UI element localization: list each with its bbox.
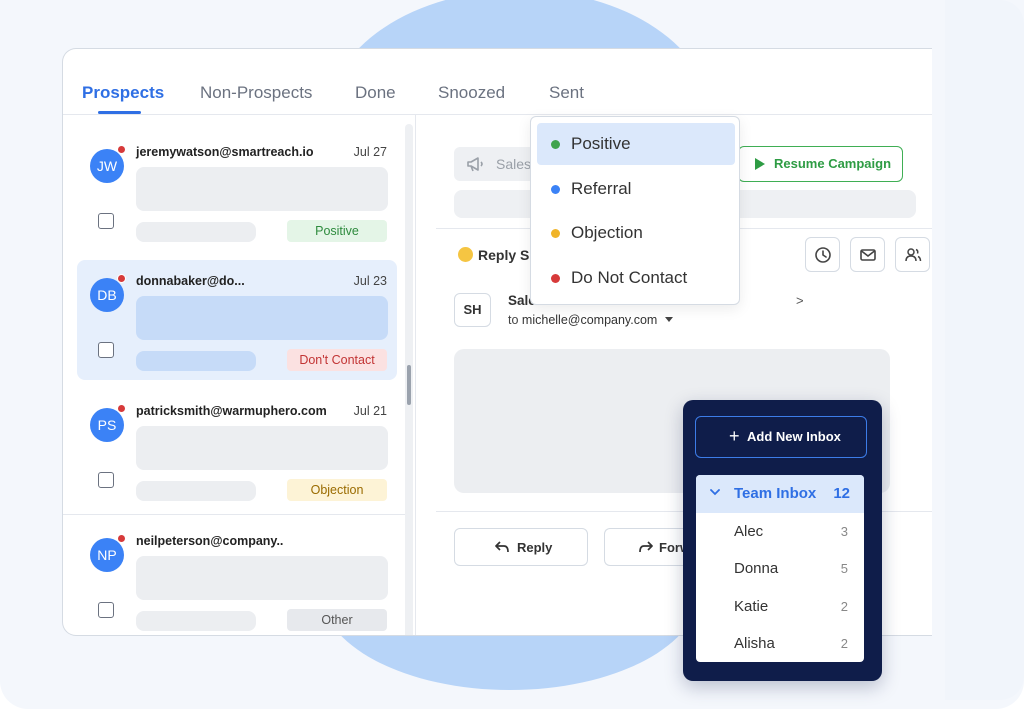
message-meta-placeholder (136, 222, 256, 242)
category-option[interactable]: Objection (537, 212, 735, 254)
unread-dot (117, 404, 126, 413)
avatar: PS (90, 408, 124, 442)
sender-email: neilpeterson@company.. (136, 534, 284, 548)
category-color-dot (551, 273, 560, 283)
clock-icon (815, 247, 831, 263)
reply-button[interactable]: Reply (454, 528, 588, 566)
avatar: JW (90, 149, 124, 183)
unread-dot (117, 145, 126, 154)
category-badge[interactable]: Positive (287, 220, 387, 242)
inbox-member-item[interactable]: Alisha 2 (696, 625, 864, 662)
tab-snoozed[interactable]: Snoozed (438, 83, 505, 103)
row-divider (63, 514, 413, 515)
tab-bar: Prospects Non-Prospects Done Snoozed Sen… (63, 49, 932, 115)
sender-suffix: > (796, 293, 804, 308)
message-row[interactable]: NP neilpeterson@company.. Other (77, 520, 397, 635)
inbox-switcher-panel: + Add New Inbox Team Inbox 12 Alec 3 Donna… (683, 400, 882, 681)
message-row[interactable]: PS patricksmith@warmuphero.com Jul 21 Objec… (77, 390, 397, 510)
campaign-label: Sales (496, 156, 532, 172)
row-checkbox[interactable] (98, 602, 114, 618)
message-date: Jul 23 (353, 274, 387, 288)
inbox-member-item[interactable]: Katie 2 (696, 588, 864, 625)
message-list: JW jeremywatson@smartreach.io Jul 27 Positi… (63, 115, 413, 635)
active-tab-indicator (98, 111, 141, 114)
forward-icon (639, 541, 653, 553)
assign-button[interactable] (895, 237, 930, 272)
sender-email: donnabaker@do... (136, 274, 245, 288)
caret-down-icon[interactable] (665, 317, 674, 322)
message-date: Jul 27 (353, 145, 387, 159)
message-date: Jul 21 (353, 404, 387, 418)
users-icon (905, 248, 922, 262)
plus-icon: + (729, 426, 740, 446)
category-dropdown: Positive Referral Objection Do Not Contact (530, 116, 740, 305)
play-icon (755, 158, 765, 170)
add-new-inbox-button[interactable]: + Add New Inbox (695, 416, 867, 458)
category-color-dot (551, 140, 560, 149)
background-right-panel (945, 0, 1024, 700)
team-inbox-item[interactable]: Team Inbox 12 (696, 475, 864, 513)
resume-campaign-label: Resume Campaign (774, 156, 892, 171)
message-preview (136, 556, 388, 600)
message-row[interactable]: DB donnabaker@do... Jul 23 Don't Contact (77, 260, 397, 380)
mail-icon (860, 249, 876, 261)
row-checkbox[interactable] (98, 472, 114, 488)
sender-avatar: SH (454, 293, 491, 327)
sender-email: jeremywatson@smartreach.io (136, 145, 314, 159)
sender-email: patricksmith@warmuphero.com (136, 404, 327, 418)
resume-campaign-button[interactable]: Resume Campaign (738, 146, 903, 182)
unread-dot (117, 534, 126, 543)
message-preview (136, 296, 388, 340)
megaphone-icon (467, 157, 483, 172)
member-count: 2 (840, 635, 848, 651)
snooze-button[interactable] (805, 237, 840, 272)
avatar: DB (90, 278, 124, 312)
unread-dot (117, 274, 126, 283)
reply-section-label: Reply S (458, 247, 529, 263)
message-meta-placeholder (136, 351, 256, 371)
member-count: 2 (840, 598, 848, 614)
inbox-list: Team Inbox 12 Alec 3 Donna 5 Katie 2 Alisha 2 (696, 475, 864, 662)
category-badge[interactable]: Objection (287, 479, 387, 501)
row-checkbox[interactable] (98, 342, 114, 358)
avatar: NP (90, 538, 124, 572)
member-count: 3 (840, 524, 848, 539)
row-checkbox[interactable] (98, 213, 114, 229)
message-preview (136, 426, 388, 470)
tab-done[interactable]: Done (355, 83, 396, 103)
category-option[interactable]: Referral (537, 168, 735, 210)
list-scroll-thumb[interactable] (407, 365, 411, 405)
category-color-dot (551, 229, 560, 238)
category-badge[interactable]: Don't Contact (287, 349, 387, 371)
message-meta-placeholder (136, 481, 256, 501)
message-meta-placeholder (136, 611, 256, 631)
mail-button[interactable] (850, 237, 885, 272)
category-option[interactable]: Positive (537, 123, 735, 165)
category-badge[interactable]: Other (287, 609, 387, 631)
team-inbox-count: 12 (833, 485, 850, 502)
recipient-line[interactable]: to michelle@company.com (508, 313, 674, 327)
smile-icon (458, 247, 473, 262)
recipient-address: michelle@company.com (521, 313, 658, 327)
category-color-dot (551, 184, 560, 194)
category-option[interactable]: Do Not Contact (537, 257, 735, 299)
tab-sent[interactable]: Sent (549, 83, 584, 103)
tab-non-prospects[interactable]: Non-Prospects (200, 83, 312, 103)
chevron-down-icon[interactable] (710, 487, 720, 497)
reply-icon (495, 541, 509, 553)
inbox-member-item[interactable]: Donna 5 (696, 550, 864, 587)
inbox-member-item[interactable]: Alec 3 (696, 513, 864, 550)
message-preview (136, 167, 388, 211)
member-count: 5 (840, 561, 848, 577)
message-row[interactable]: JW jeremywatson@smartreach.io Jul 27 Positi… (77, 131, 397, 251)
tab-prospects[interactable]: Prospects (82, 83, 164, 103)
